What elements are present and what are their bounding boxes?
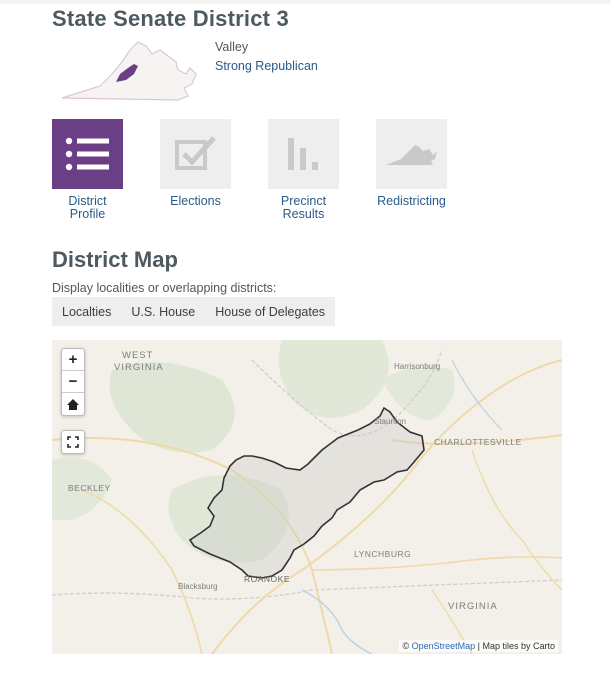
- list-icon: [65, 137, 109, 171]
- label-blacksburg: Blacksburg: [178, 582, 218, 591]
- tab-precinct-results-label[interactable]: Precinct Results: [268, 195, 339, 221]
- label-lynchburg: LYNCHBURG: [354, 549, 412, 559]
- home-button[interactable]: [62, 393, 84, 415]
- district-map[interactable]: WEST VIRGINIA Harrisonburg Staunton CHAR…: [52, 340, 562, 654]
- map-attribution: © OpenStreetMap | Map tiles by Carto: [399, 640, 558, 652]
- fullscreen-control: [61, 430, 85, 454]
- overlay-hint: Display localities or overlapping distri…: [52, 281, 277, 295]
- localities-button[interactable]: Localties: [52, 297, 121, 326]
- tab-redistricting[interactable]: [376, 119, 447, 189]
- zoom-out-button[interactable]: −: [62, 371, 84, 393]
- district-map-heading: District Map: [52, 247, 178, 272]
- tab-district-profile-label[interactable]: District Profile: [52, 195, 123, 221]
- region-name: Valley: [215, 40, 249, 54]
- label-harrisonburg: Harrisonburg: [394, 362, 441, 371]
- tab-elections-label[interactable]: Elections: [160, 195, 231, 208]
- label-charlottesville: CHARLOTTESVILLE: [434, 437, 522, 447]
- fullscreen-button[interactable]: [62, 431, 84, 453]
- label-beckley: BECKLEY: [68, 483, 111, 493]
- virginia-shape-icon: [385, 145, 437, 165]
- tab-redistricting-label[interactable]: Redistricting: [366, 195, 457, 208]
- fullscreen-icon: [67, 436, 79, 448]
- label-staunton: Staunton: [374, 417, 407, 426]
- house-of-delegates-button[interactable]: House of Delegates: [205, 297, 335, 326]
- top-strip: [0, 0, 611, 4]
- label-roanoke: ROANOKE: [244, 574, 291, 584]
- checkbox-icon: [174, 136, 216, 170]
- openstreetmap-link[interactable]: OpenStreetMap: [412, 641, 476, 651]
- page-title: State Senate District 3: [52, 6, 289, 31]
- us-house-button[interactable]: U.S. House: [121, 297, 205, 326]
- home-icon: [67, 398, 79, 410]
- tab-district-profile[interactable]: [52, 119, 123, 189]
- bar-chart-icon: [287, 138, 318, 170]
- tab-precinct-results[interactable]: [268, 119, 339, 189]
- label-virginia-wv: VIRGINIA: [114, 362, 164, 373]
- zoom-control: + −: [61, 348, 85, 416]
- overlay-button-group: Localties U.S. House House of Delegates: [52, 297, 336, 326]
- tab-elections[interactable]: [160, 119, 231, 189]
- partisan-rating[interactable]: Strong Republican: [215, 59, 318, 73]
- zoom-in-button[interactable]: +: [62, 349, 84, 371]
- virginia-locator-map: [61, 41, 197, 101]
- label-virginia: VIRGINIA: [448, 601, 498, 612]
- label-west: WEST: [122, 350, 154, 361]
